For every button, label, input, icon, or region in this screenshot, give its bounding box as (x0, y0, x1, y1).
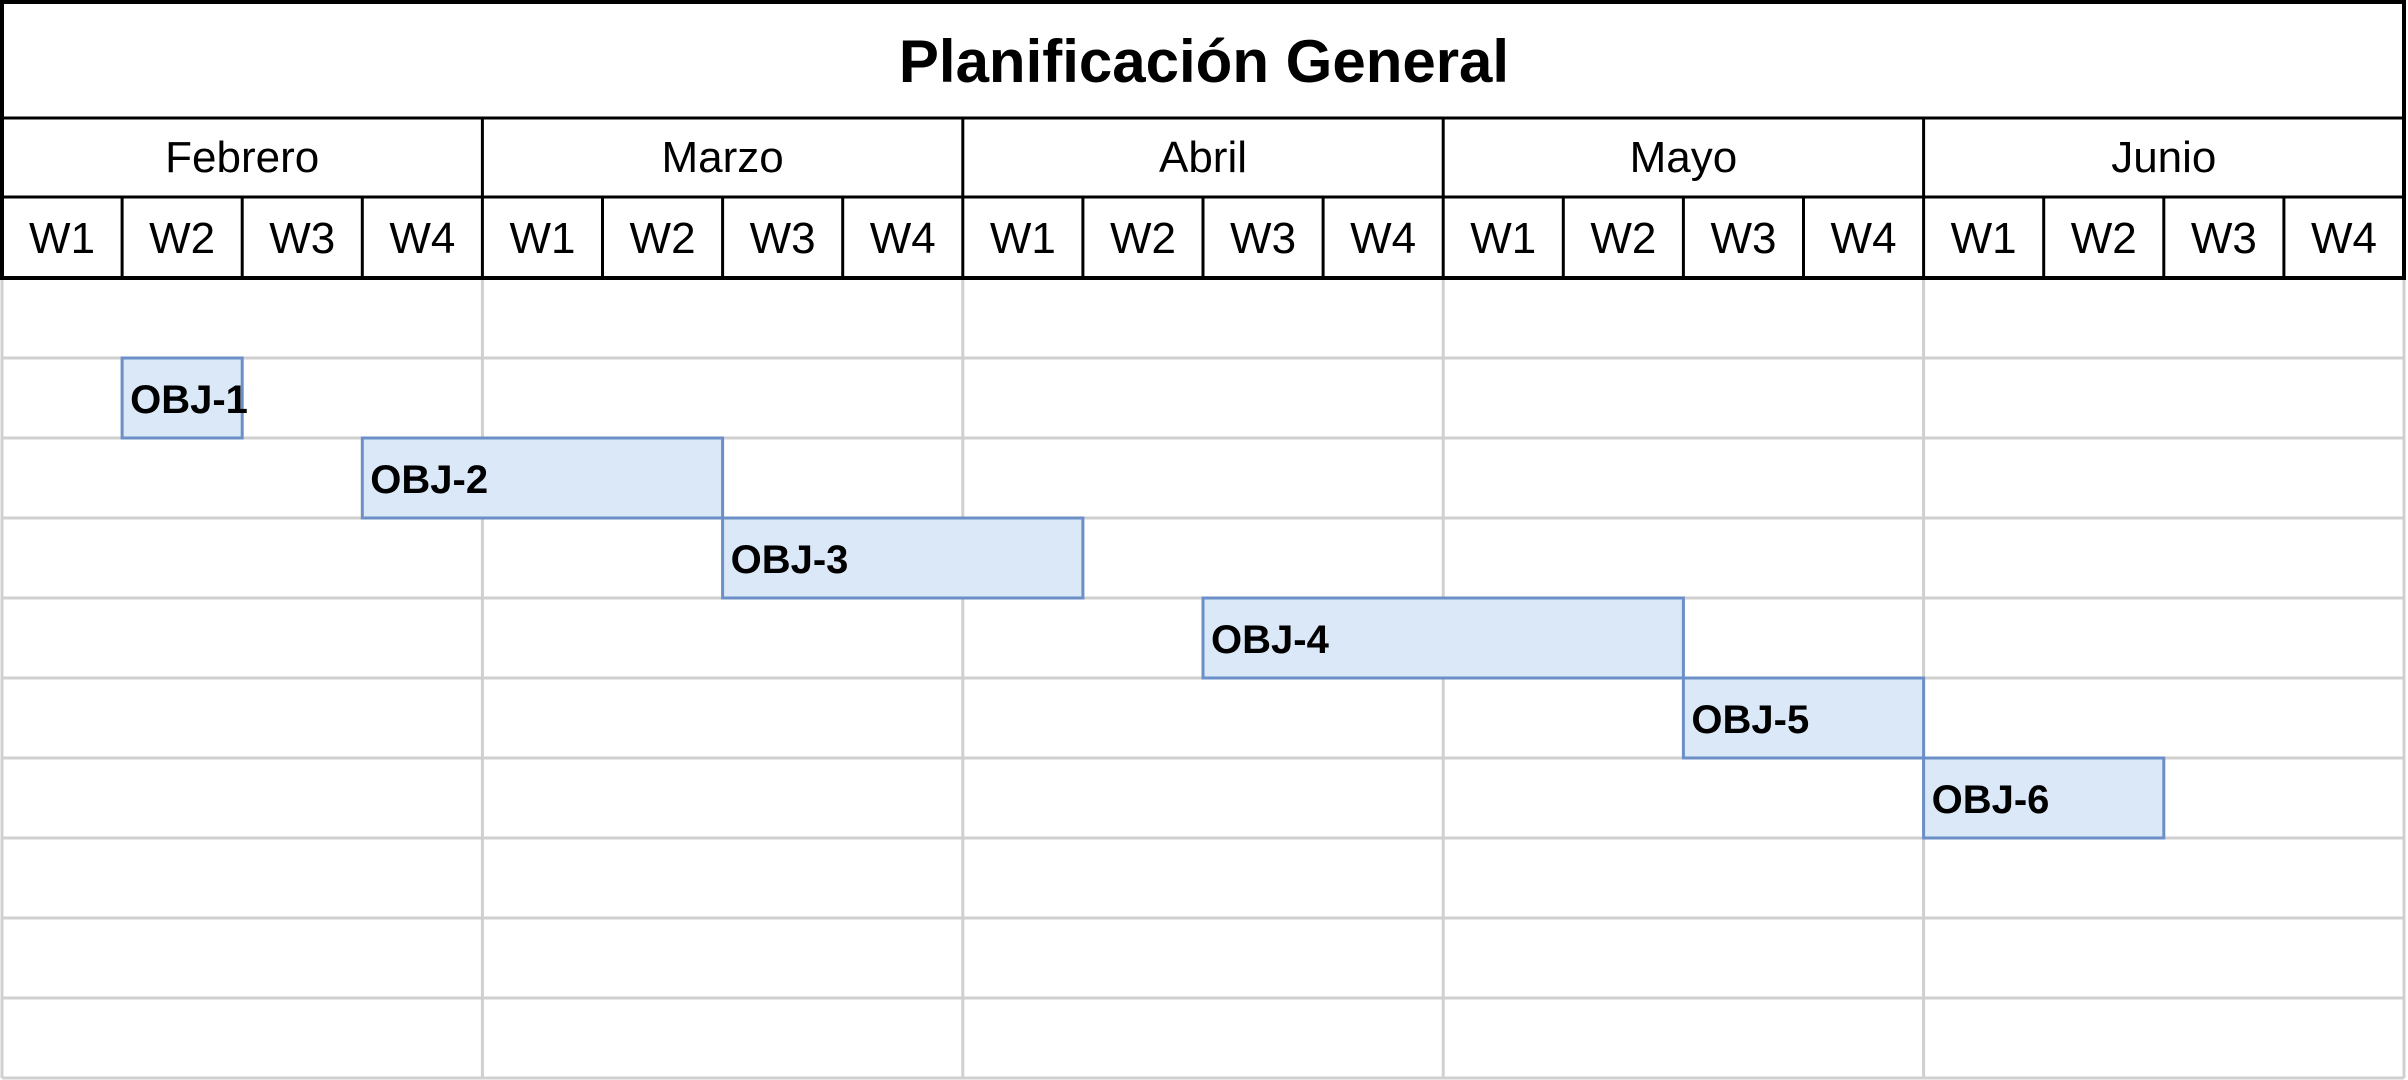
week-label: W2 (2071, 214, 2137, 263)
week-label: W2 (1590, 214, 1656, 263)
month-label: Junio (2111, 133, 2216, 182)
task-label: OBJ-3 (731, 538, 849, 582)
week-label: W1 (1470, 214, 1536, 263)
week-label: W3 (1710, 214, 1776, 263)
month-label: Abril (1159, 133, 1247, 182)
task-label: OBJ-2 (370, 458, 488, 502)
week-label: W1 (29, 214, 95, 263)
week-label: W2 (149, 214, 215, 263)
week-label: W4 (2311, 214, 2377, 263)
week-label: W3 (269, 214, 335, 263)
chart-title: Planificación General (899, 28, 1509, 95)
week-label: W4 (870, 214, 936, 263)
week-label: W2 (1110, 214, 1176, 263)
month-label: Marzo (661, 133, 783, 182)
task-label: OBJ-6 (1932, 778, 2050, 822)
week-label: W4 (1831, 214, 1897, 263)
week-label: W1 (1951, 214, 2017, 263)
gantt-chart: OBJ-1 OBJ-2 OBJ-3 OBJ-4 OBJ-5 OBJ-6 Febrero Ma… (0, 0, 2406, 1080)
week-label: W3 (2191, 214, 2257, 263)
week-label: W1 (990, 214, 1056, 263)
week-label: W2 (630, 214, 696, 263)
month-label: Mayo (1630, 133, 1738, 182)
month-label: Febrero (165, 133, 319, 182)
header: Febrero Marzo Abril Mayo Junio W1 W2 W3 W4 W1 W2 W3… (0, 0, 2406, 280)
week-label: W4 (389, 214, 455, 263)
week-label: W1 (509, 214, 575, 263)
week-label: W4 (1350, 214, 1416, 263)
task-label: OBJ-4 (1211, 618, 1330, 662)
week-label: W3 (750, 214, 816, 263)
task-label: OBJ-1 (130, 378, 248, 422)
week-label: W3 (1230, 214, 1296, 263)
task-label: OBJ-5 (1691, 698, 1809, 742)
